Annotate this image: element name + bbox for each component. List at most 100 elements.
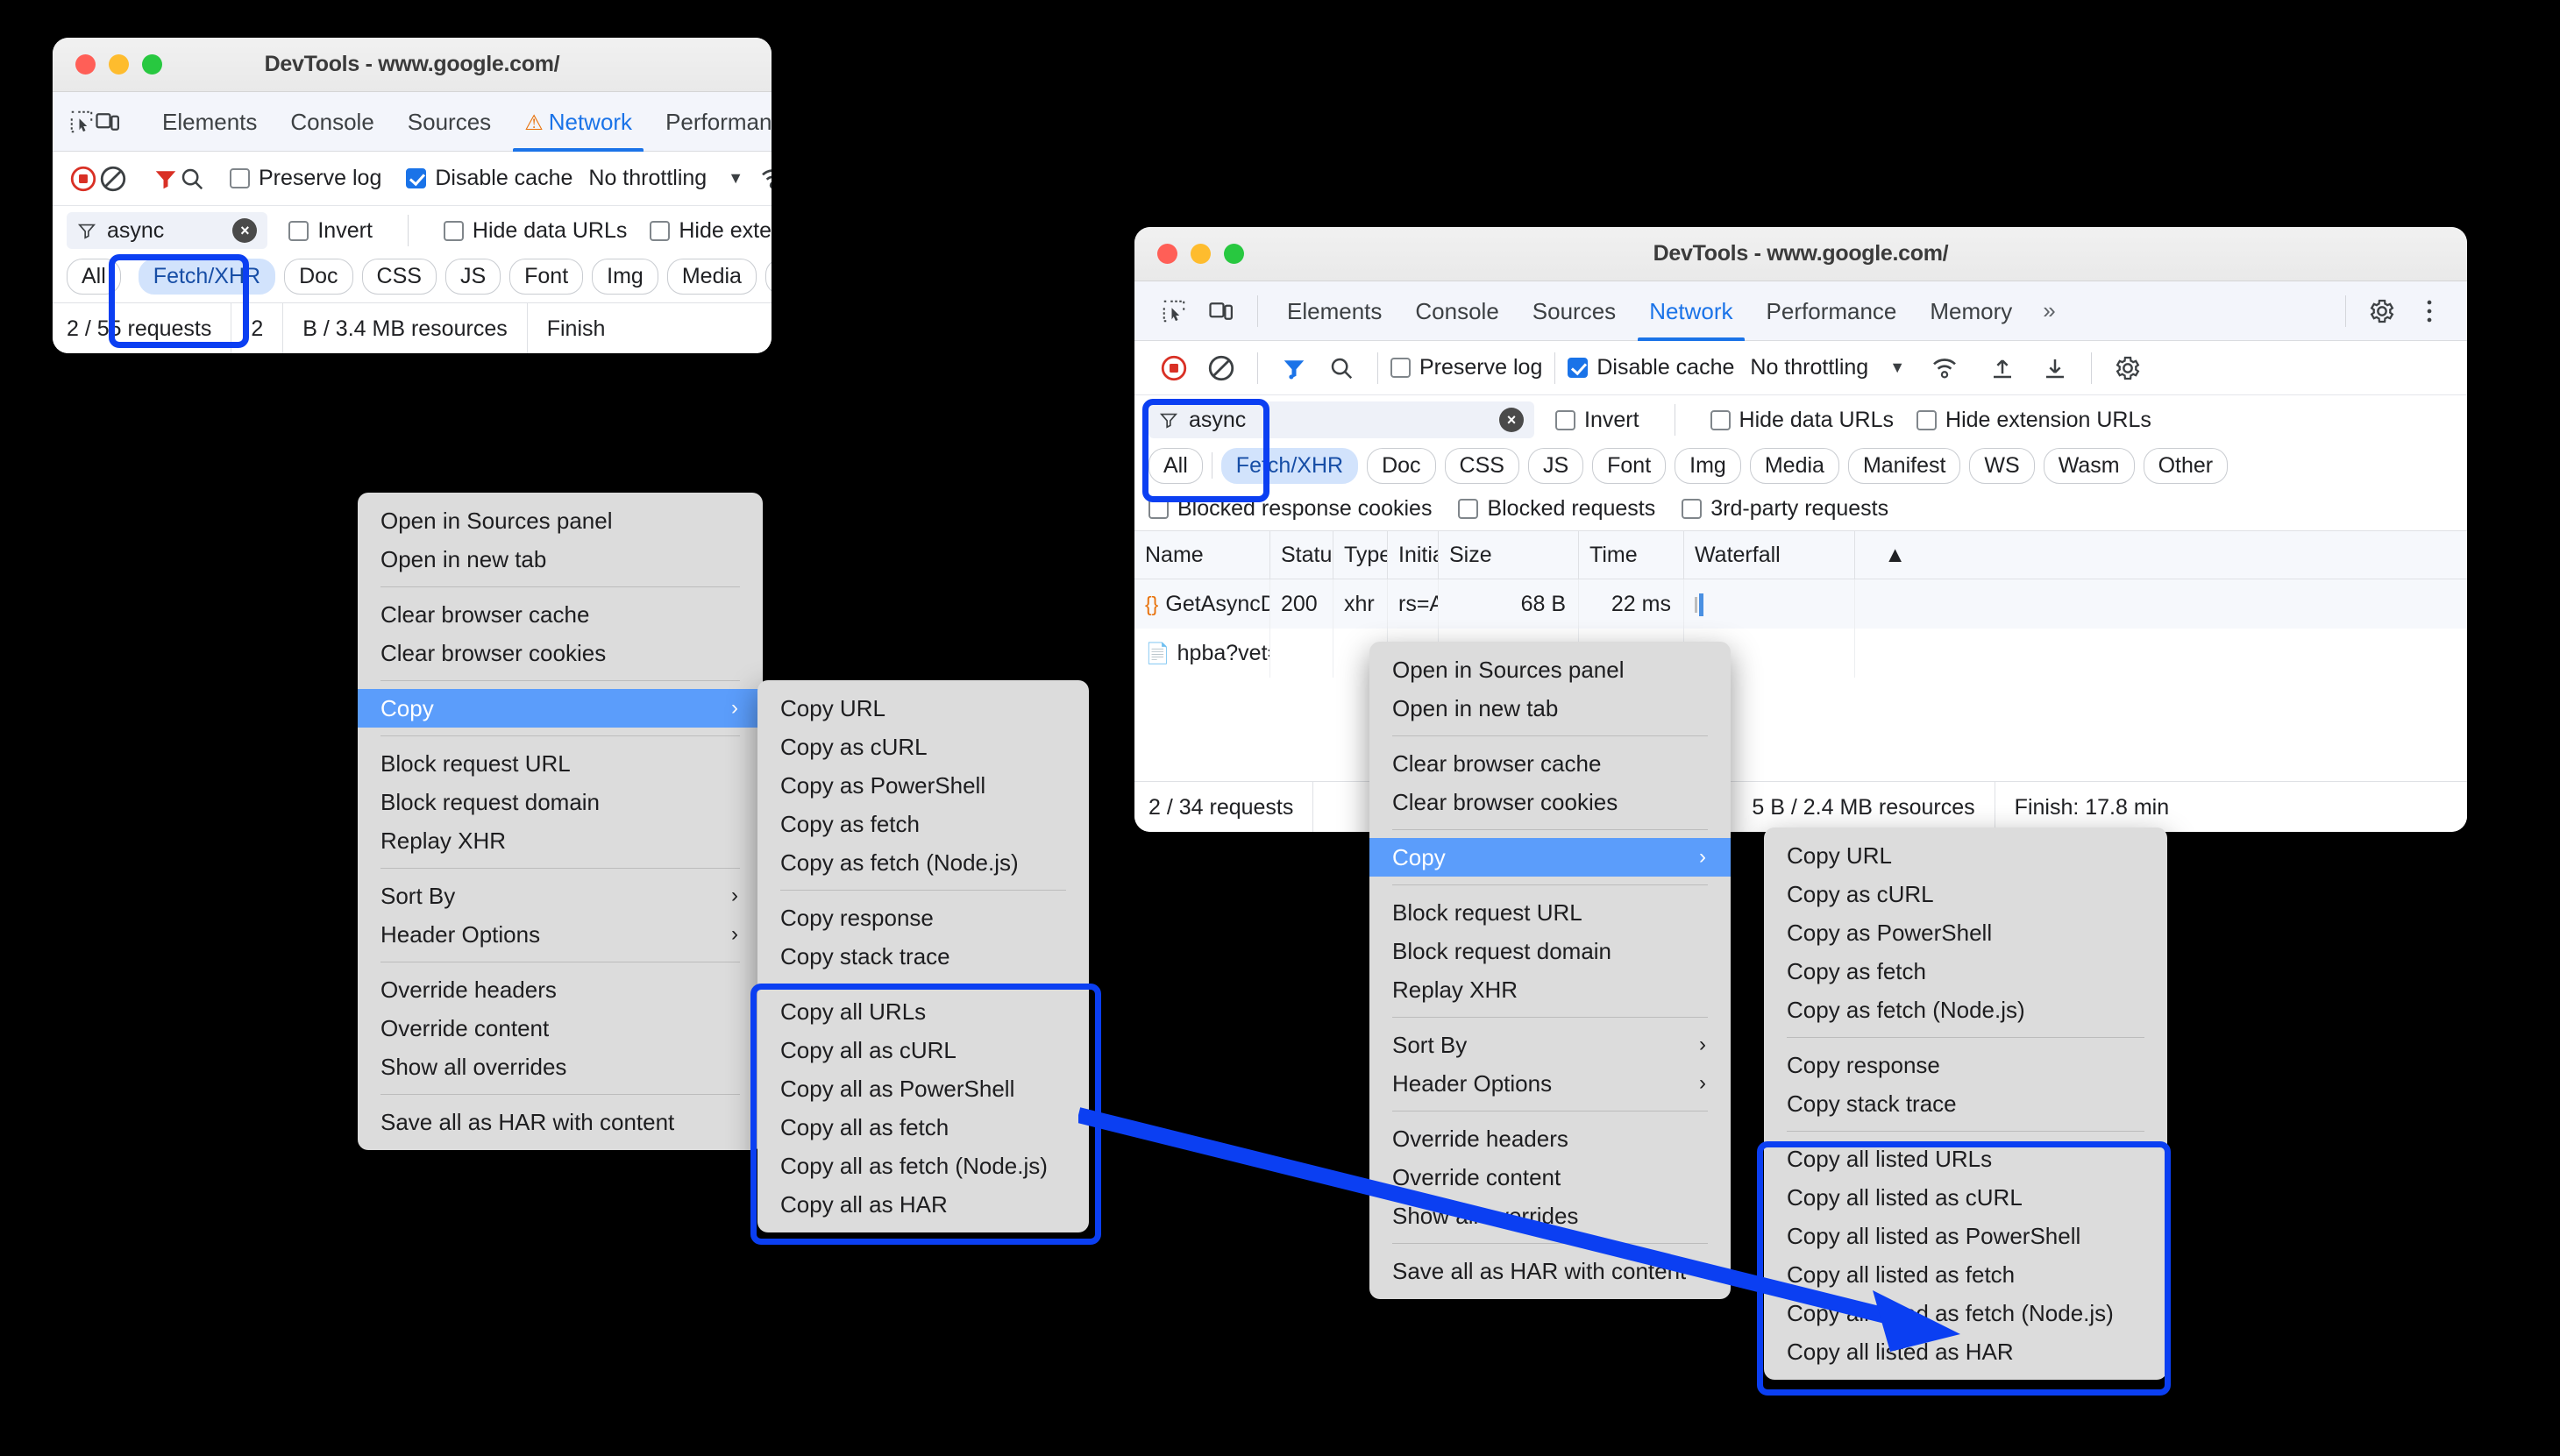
- submenu-item-copy-as-curl[interactable]: Copy as cURL: [1764, 875, 2167, 913]
- chip-js[interactable]: JS: [1527, 448, 1584, 484]
- menu-item-block-request-url[interactable]: Block request URL: [1369, 893, 1731, 932]
- submenu-item-copy-as-fetch-nodejs[interactable]: Copy as fetch (Node.js): [757, 843, 1089, 882]
- hide-extension-urls-box[interactable]: [650, 220, 671, 241]
- third-party-requests-checkbox[interactable]: 3rd-party requests: [1682, 496, 1888, 522]
- chip-wasm[interactable]: Wasm: [2043, 448, 2135, 484]
- menu-item-block-request-url[interactable]: Block request URL: [358, 744, 763, 783]
- chevron-down-icon[interactable]: ▼: [1889, 359, 1905, 377]
- chip-ws[interactable]: WS: [1969, 448, 2035, 484]
- column-size[interactable]: Size: [1439, 529, 1579, 579]
- submenu-item-copy-all-listed-as-har[interactable]: Copy all listed as HAR: [1764, 1332, 2167, 1371]
- invert-checkbox[interactable]: Invert: [1555, 408, 1639, 433]
- menu-item-show-all-overrides[interactable]: Show all overrides: [1369, 1197, 1731, 1235]
- submenu-item-copy-all-listed-as-fetch-nodejs[interactable]: Copy all listed as fetch (Node.js): [1764, 1294, 2167, 1332]
- more-tabs-icon[interactable]: »: [2029, 297, 2069, 324]
- chip-img[interactable]: Img: [1675, 448, 1741, 484]
- submenu-item-copy-response[interactable]: Copy response: [757, 898, 1089, 937]
- disable-cache-box[interactable]: [406, 168, 427, 188]
- preserve-log-box[interactable]: [1390, 358, 1411, 378]
- row-initiator[interactable]: rs=AA2: [1388, 579, 1439, 629]
- submenu-item-copy-as-fetch[interactable]: Copy as fetch: [1764, 952, 2167, 991]
- menu-item-override-headers[interactable]: Override headers: [358, 970, 763, 1009]
- blocked-response-cookies-checkbox[interactable]: Blocked response cookies: [1148, 496, 1432, 522]
- export-har-icon[interactable]: [2031, 346, 2079, 390]
- submenu-item-copy-all-listed-as-powershell[interactable]: Copy all listed as PowerShell: [1764, 1217, 2167, 1255]
- right-copy-submenu[interactable]: Copy URL Copy as cURL Copy as PowerShell…: [1764, 827, 2167, 1380]
- hide-data-urls-checkbox[interactable]: Hide data URLs: [443, 218, 627, 244]
- hide-data-urls-checkbox[interactable]: Hide data URLs: [1710, 408, 1894, 433]
- filter-funnel-icon[interactable]: [153, 157, 179, 201]
- inspect-element-icon[interactable]: [1150, 289, 1198, 333]
- menu-item-replay-xhr[interactable]: Replay XHR: [1369, 970, 1731, 1009]
- search-icon[interactable]: [1318, 346, 1365, 390]
- menu-item-override-content[interactable]: Override content: [1369, 1158, 1731, 1197]
- submenu-item-copy-stack-trace[interactable]: Copy stack trace: [757, 937, 1089, 976]
- disable-cache-box[interactable]: [1568, 358, 1589, 378]
- menu-item-save-all-as-har-with-content[interactable]: Save all as HAR with content: [358, 1103, 763, 1141]
- chip-media[interactable]: Media: [666, 259, 757, 295]
- column-type[interactable]: Type: [1333, 529, 1388, 579]
- device-toolbar-icon[interactable]: [95, 100, 121, 144]
- submenu-item-copy-as-curl[interactable]: Copy as cURL: [757, 728, 1089, 766]
- third-party-requests-box[interactable]: [1682, 498, 1703, 519]
- chip-font[interactable]: Font: [1592, 448, 1667, 484]
- filter-funnel-icon[interactable]: [1270, 346, 1318, 390]
- tab-console[interactable]: Console: [1398, 281, 1515, 341]
- import-har-icon[interactable]: [1979, 346, 2026, 390]
- menu-item-clear-browser-cache[interactable]: Clear browser cache: [1369, 744, 1731, 783]
- blocked-requests-box[interactable]: [1458, 498, 1479, 519]
- menu-item-open-in-new-tab[interactable]: Open in new tab: [358, 540, 763, 579]
- menu-item-replay-xhr[interactable]: Replay XHR: [358, 821, 763, 860]
- menu-item-header-options[interactable]: Header Options ›: [1369, 1064, 1731, 1103]
- menu-item-block-request-domain[interactable]: Block request domain: [1369, 932, 1731, 970]
- column-name[interactable]: Name: [1134, 529, 1270, 579]
- clear-network-log-icon[interactable]: [1198, 346, 1245, 390]
- menu-item-block-request-domain[interactable]: Block request domain: [358, 783, 763, 821]
- chip-font[interactable]: Font: [509, 259, 584, 295]
- chip-js[interactable]: JS: [444, 259, 501, 295]
- chip-media[interactable]: Media: [1749, 448, 1839, 484]
- table-row[interactable]: {} GetAsyncData 200 xhr rs=AA2 68 B 22 ms: [1134, 579, 2467, 629]
- submenu-item-copy-all-as-curl[interactable]: Copy all as cURL: [757, 1031, 1089, 1069]
- sort-indicator-icon[interactable]: ▲: [1855, 530, 1916, 579]
- chip-other[interactable]: Other: [2143, 448, 2229, 484]
- device-toolbar-icon[interactable]: [1198, 289, 1245, 333]
- menu-item-open-in-new-tab[interactable]: Open in new tab: [1369, 689, 1731, 728]
- menu-item-copy[interactable]: Copy ›: [358, 689, 763, 728]
- submenu-item-copy-all-urls[interactable]: Copy all URLs: [757, 992, 1089, 1031]
- inspect-element-icon[interactable]: [68, 100, 95, 144]
- record-stop-icon[interactable]: [68, 157, 98, 201]
- search-icon[interactable]: [179, 157, 205, 201]
- tab-elements[interactable]: Elements: [146, 92, 274, 152]
- menu-item-override-headers[interactable]: Override headers: [1369, 1119, 1731, 1158]
- network-conditions-icon[interactable]: [759, 157, 772, 201]
- chip-doc[interactable]: Doc: [1367, 448, 1436, 484]
- preserve-log-checkbox[interactable]: Preserve log: [1390, 355, 1542, 380]
- submenu-item-copy-as-fetch-nodejs[interactable]: Copy as fetch (Node.js): [1764, 991, 2167, 1029]
- disable-cache-checkbox[interactable]: Disable cache: [1568, 355, 1734, 380]
- clear-filter-icon[interactable]: ×: [1499, 408, 1524, 432]
- left-context-menu[interactable]: Open in Sources panel Open in new tab Cl…: [358, 493, 763, 1150]
- blocked-response-cookies-box[interactable]: [1148, 498, 1169, 519]
- tab-sources[interactable]: Sources: [391, 92, 508, 152]
- menu-item-header-options[interactable]: Header Options ›: [358, 915, 763, 954]
- column-status[interactable]: Status: [1270, 529, 1333, 579]
- left-copy-submenu[interactable]: Copy URL Copy as cURL Copy as PowerShell…: [757, 680, 1089, 1232]
- chip-img[interactable]: Img: [592, 259, 658, 295]
- column-time[interactable]: Time: [1579, 529, 1684, 579]
- network-conditions-icon[interactable]: [1921, 346, 1968, 390]
- menu-item-sort-by[interactable]: Sort By ›: [1369, 1026, 1731, 1064]
- submenu-item-copy-all-as-powershell[interactable]: Copy all as PowerShell: [757, 1069, 1089, 1108]
- submenu-item-copy-all-as-har[interactable]: Copy all as HAR: [757, 1185, 1089, 1224]
- chip-all[interactable]: All: [1148, 448, 1203, 484]
- submenu-item-copy-all-listed-urls[interactable]: Copy all listed URLs: [1764, 1140, 2167, 1178]
- chip-css[interactable]: CSS: [1444, 448, 1519, 484]
- hide-data-urls-box[interactable]: [1710, 409, 1731, 430]
- submenu-item-copy-all-listed-as-curl[interactable]: Copy all listed as cURL: [1764, 1178, 2167, 1217]
- tab-console[interactable]: Console: [274, 92, 390, 152]
- menu-item-show-all-overrides[interactable]: Show all overrides: [358, 1048, 763, 1086]
- kebab-menu-icon[interactable]: [2406, 289, 2453, 333]
- blocked-requests-checkbox[interactable]: Blocked requests: [1458, 496, 1655, 522]
- submenu-item-copy-as-fetch[interactable]: Copy as fetch: [757, 805, 1089, 843]
- tab-performance[interactable]: Performance: [1750, 281, 1914, 341]
